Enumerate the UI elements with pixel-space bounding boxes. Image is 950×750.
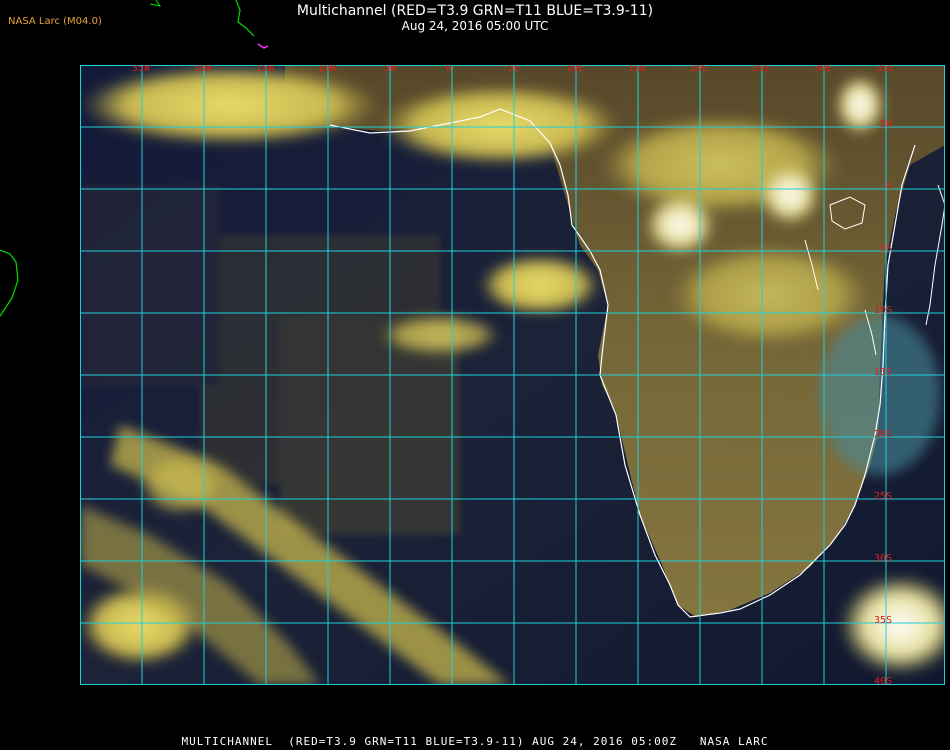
satellite-map: 35W 30W 15W 10W 5W 0 5E 10E 15E 20E 25E … [80, 65, 945, 685]
lon-label: 35W [132, 65, 151, 74]
lat-label: 30S [874, 553, 892, 564]
lat-label: 40S [874, 676, 892, 685]
lat-label: 5S [880, 243, 892, 254]
lat-label: 20S [874, 429, 892, 440]
lat-label: 10S [874, 305, 892, 316]
coastline-fragment-top [149, 0, 162, 7]
lat-label: 25S [874, 491, 892, 502]
lon-label: 20E [690, 65, 708, 74]
lat-label: 15S [874, 367, 892, 378]
lon-label: 15E [628, 65, 646, 74]
island-outline-left [0, 249, 19, 317]
lon-label: 30W [194, 65, 213, 74]
lon-label: 5E [508, 65, 520, 74]
lat-label: 35S [874, 615, 892, 626]
lon-label: 0 [446, 65, 452, 74]
lon-label: 25E [752, 65, 770, 74]
lon-label: 30E [814, 65, 832, 74]
lon-label: 5W [384, 65, 397, 74]
coastline-fragment-topleft [235, 0, 255, 37]
footer-caption: MULTICHANNEL (RED=T3.9 GRN=T11 BLUE=T3.9… [181, 735, 769, 748]
lon-label: 10E [566, 65, 584, 74]
lon-label: 15W [256, 65, 275, 74]
lat-label: 5N [880, 119, 892, 130]
lat-label: 0 [886, 181, 892, 192]
marker-pink [257, 43, 269, 49]
lon-label: 35E [876, 65, 894, 74]
lon-label: 10W [318, 65, 337, 74]
